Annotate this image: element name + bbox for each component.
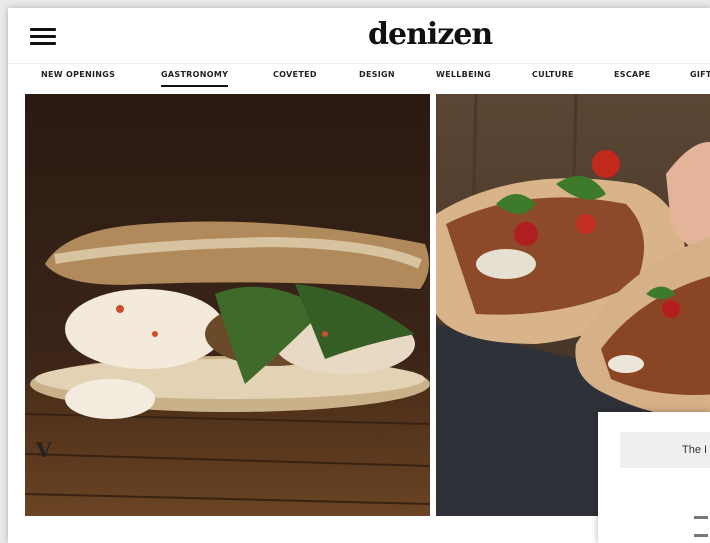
hamburger-menu-icon[interactable] <box>30 28 56 46</box>
nav-item-wellbeing[interactable]: WELLBEING <box>436 70 491 79</box>
nav-item-design[interactable]: DESIGN <box>359 70 395 79</box>
nav-item-new-openings[interactable]: NEW OPENINGS <box>41 70 115 79</box>
nav-item-coveted[interactable]: COVETED <box>273 70 317 79</box>
site-header: denizen <box>8 8 710 58</box>
popup-text-line <box>694 516 708 519</box>
nav-item-gastronomy[interactable]: GASTRONOMY <box>161 70 229 87</box>
popup-title: The I <box>682 444 708 456</box>
nav-item-culture[interactable]: CULTURE <box>532 70 574 79</box>
nav-item-gift[interactable]: GIFT <box>690 70 710 79</box>
popup-text-line <box>694 534 708 537</box>
sandwich-photo[interactable] <box>25 94 430 516</box>
popup-brand-letter: V <box>36 438 52 462</box>
category-nav: NEW OPENINGS GASTRONOMY COVETED DESIGN W… <box>8 63 710 94</box>
nav-item-escape[interactable]: ESCAPE <box>614 70 650 79</box>
site-logo[interactable]: denizen <box>368 18 493 52</box>
newsletter-popup-card[interactable] <box>598 412 710 543</box>
